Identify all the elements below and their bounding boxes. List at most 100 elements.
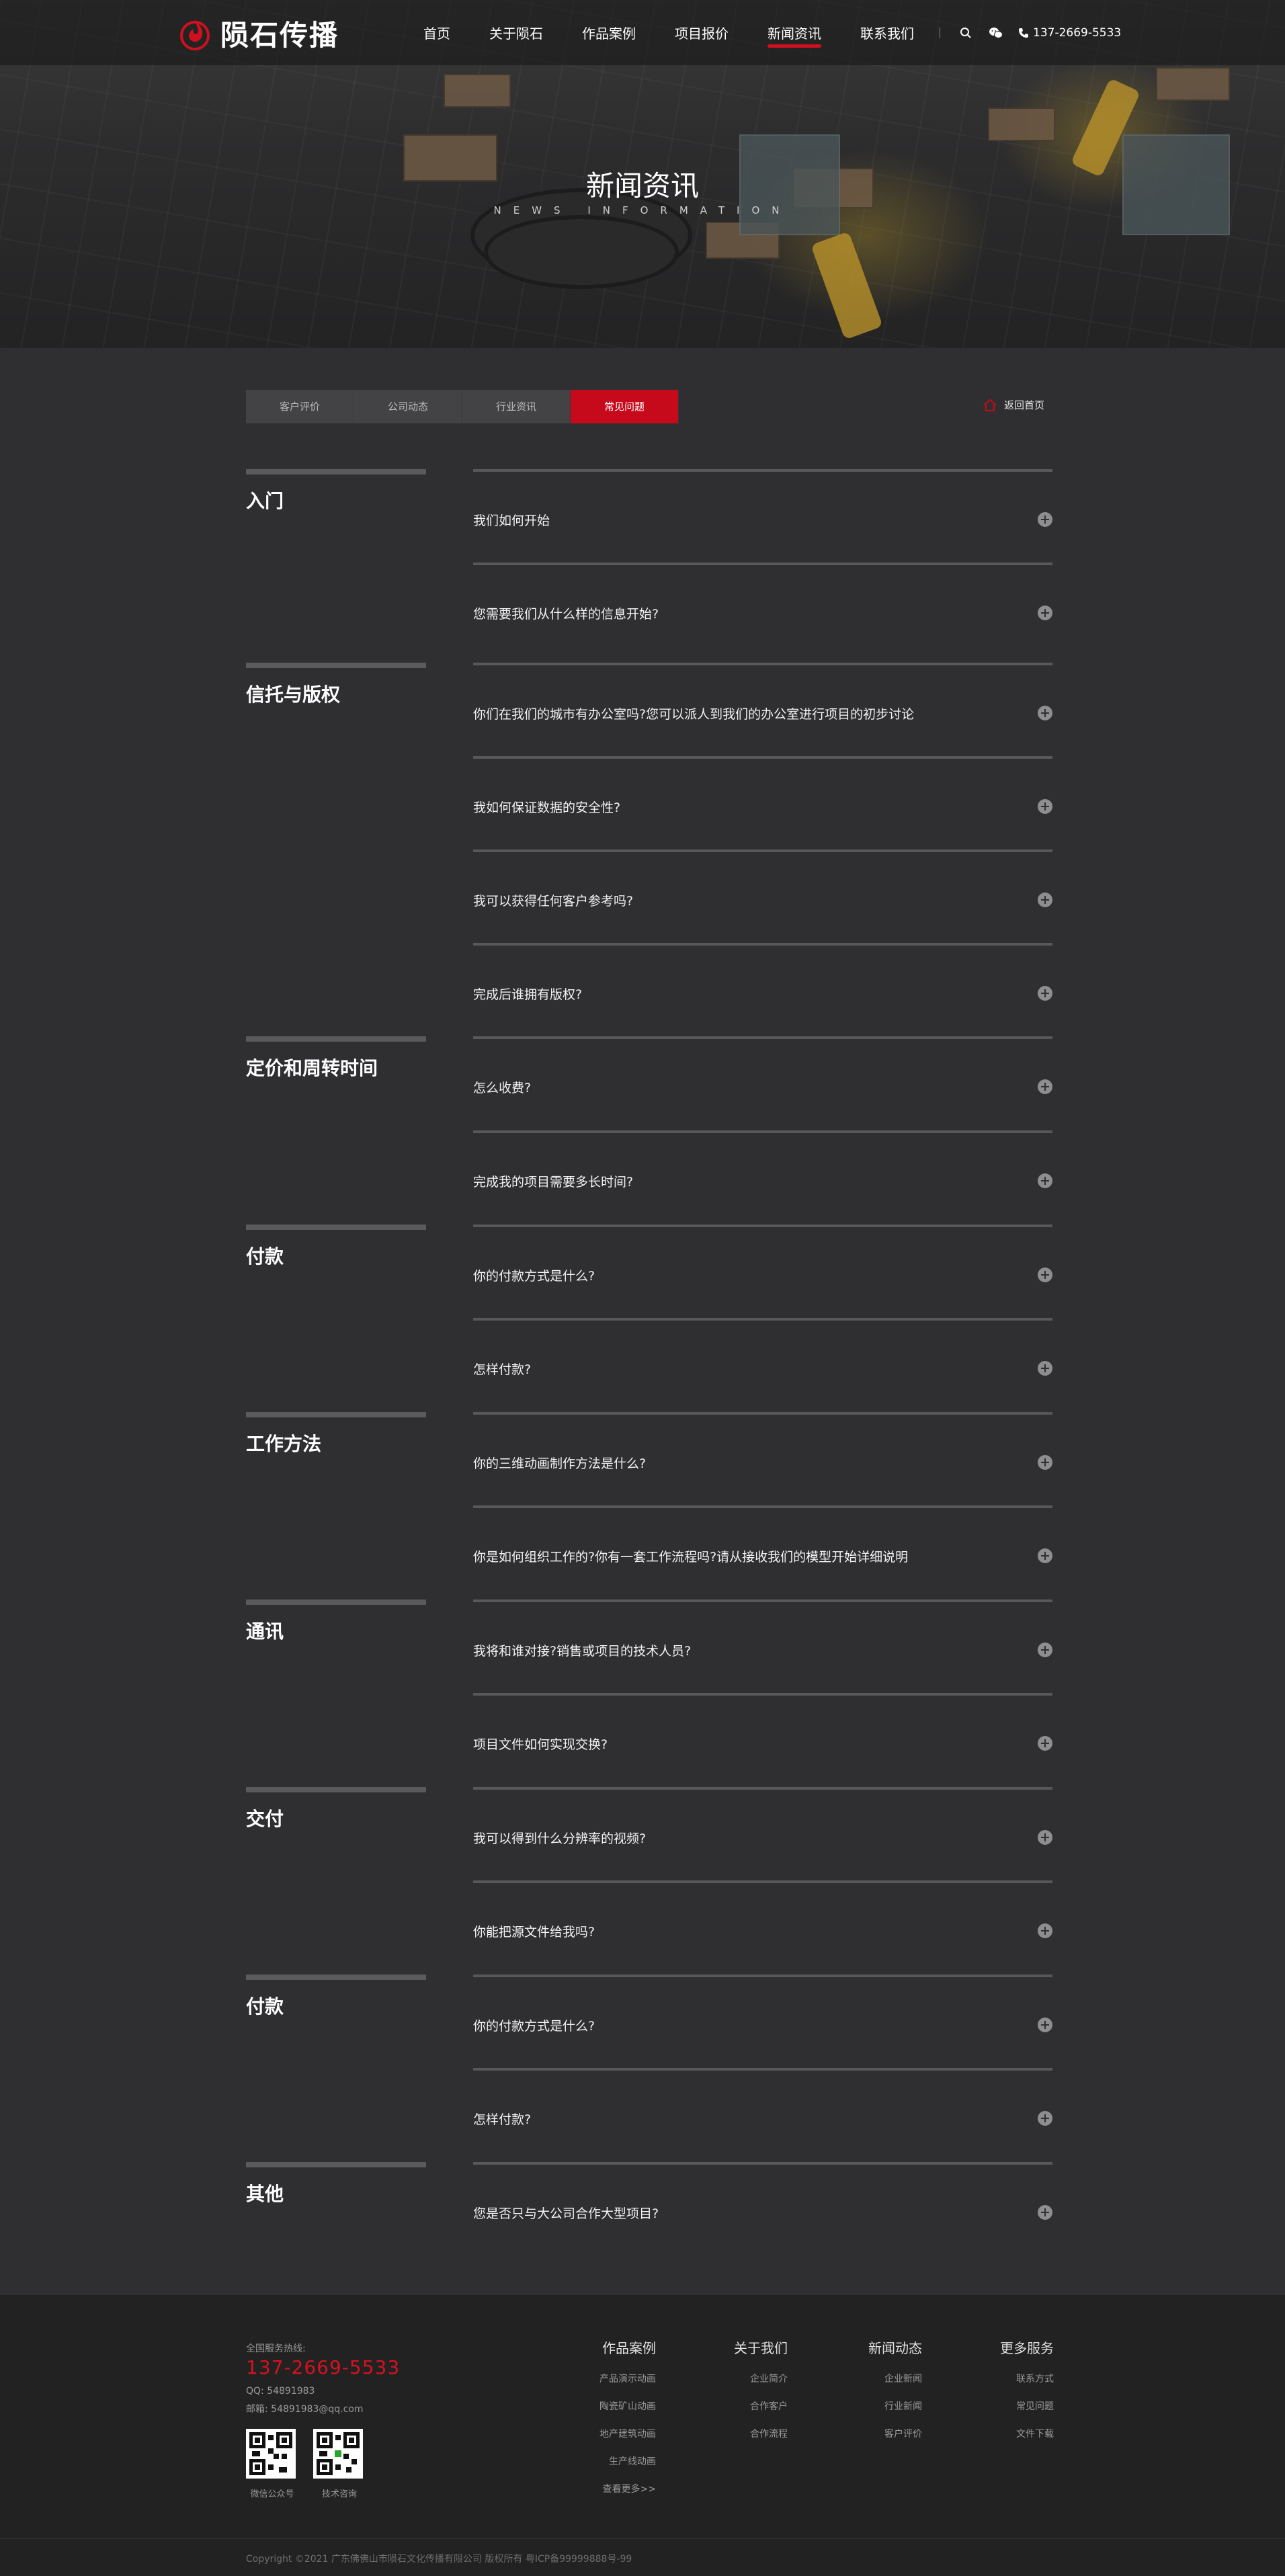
nav-works[interactable]: 作品案例 — [582, 23, 636, 42]
expand-plus-icon[interactable] — [1038, 1830, 1052, 1845]
faq-divider — [473, 469, 1052, 472]
faq-item[interactable]: 你能把源文件给我吗? — [473, 1880, 1052, 1975]
expand-plus-icon[interactable] — [1038, 606, 1052, 620]
faq-question[interactable]: 我可以得到什么分辨率的视频? — [473, 1829, 646, 1847]
footer-link[interactable]: 客户评价 — [854, 2427, 922, 2440]
faq-divider — [473, 1036, 1052, 1039]
footer-link[interactable]: 产品演示动画 — [585, 2372, 656, 2385]
footer-link[interactable]: 文件下载 — [985, 2427, 1054, 2440]
tab-faq[interactable]: 常见问题 — [571, 390, 679, 423]
nav-home[interactable]: 首页 — [423, 23, 450, 42]
faq-question[interactable]: 我们如何开始 — [473, 511, 550, 529]
footer-qq: QQ: 54891983 — [246, 2386, 315, 2397]
nav-pricing[interactable]: 项目报价 — [675, 23, 729, 42]
expand-plus-icon[interactable] — [1038, 1361, 1052, 1376]
home-icon — [983, 399, 997, 411]
faq-question[interactable]: 你的付款方式是什么? — [473, 1266, 595, 1284]
faq-category: 通讯 — [246, 1599, 426, 1644]
faq-question[interactable]: 完成我的项目需要多长时间? — [473, 1172, 633, 1190]
expand-plus-icon[interactable] — [1038, 799, 1052, 814]
faq-item[interactable]: 你的付款方式是什么? — [473, 1975, 1052, 2069]
faq-question[interactable]: 项目文件如何实现交换? — [473, 1735, 608, 1753]
footer-link[interactable]: 企业简介 — [720, 2372, 788, 2385]
category-title: 工作方法 — [246, 1433, 322, 1455]
footer-link[interactable]: 陶瓷矿山动画 — [585, 2399, 656, 2413]
faq-question[interactable]: 我可以获得任何客户参考吗? — [473, 891, 633, 909]
nav-contact[interactable]: 联系我们 — [860, 23, 914, 42]
footer-link[interactable]: 常见问题 — [985, 2399, 1054, 2413]
footer-link[interactable]: 合作客户 — [720, 2399, 788, 2413]
faq-question[interactable]: 你的付款方式是什么? — [473, 2016, 595, 2034]
faq-item[interactable]: 怎么收费? — [473, 1036, 1052, 1130]
faq-question[interactable]: 完成后谁拥有版权? — [473, 985, 582, 1003]
expand-plus-icon[interactable] — [1038, 1268, 1052, 1282]
faq-question[interactable]: 怎样付款? — [473, 2110, 531, 2128]
faq-item[interactable]: 您需要我们从什么样的信息开始? — [473, 563, 1052, 657]
expand-plus-icon[interactable] — [1038, 1173, 1052, 1188]
faq-item[interactable]: 怎样付款? — [473, 2068, 1052, 2162]
back-home-link[interactable]: 返回首页 — [983, 398, 1044, 412]
expand-plus-icon[interactable] — [1038, 986, 1052, 1001]
footer-link[interactable]: 企业新闻 — [854, 2372, 922, 2385]
expand-plus-icon[interactable] — [1038, 706, 1052, 720]
nav-about[interactable]: 关于陨石 — [489, 23, 543, 42]
faq-item[interactable]: 我如何保证数据的安全性? — [473, 756, 1052, 850]
footer-email[interactable]: 邮箱: 54891983@qq.com — [246, 2402, 364, 2415]
footer-hotline[interactable]: 137-2669-5533 — [246, 2356, 400, 2378]
footer-link[interactable]: 行业新闻 — [854, 2399, 922, 2413]
category-title: 通讯 — [246, 1620, 284, 1643]
faq-item[interactable]: 完成我的项目需要多长时间? — [473, 1130, 1052, 1224]
news-tabs: 客户评价 公司动态 行业资讯 常见问题 — [246, 390, 679, 423]
expand-plus-icon[interactable] — [1038, 2205, 1052, 2220]
tab-company-news[interactable]: 公司动态 — [354, 390, 462, 423]
faq-item[interactable]: 我可以获得任何客户参考吗? — [473, 849, 1052, 944]
expand-plus-icon[interactable] — [1038, 1643, 1052, 1657]
wechat-icon[interactable] — [989, 26, 1003, 40]
expand-plus-icon[interactable] — [1038, 1923, 1052, 1938]
faq-item[interactable]: 怎样付款? — [473, 1318, 1052, 1412]
expand-plus-icon[interactable] — [1038, 2018, 1052, 2032]
expand-plus-icon[interactable] — [1038, 1079, 1052, 1094]
faq-question[interactable]: 你能把源文件给我吗? — [473, 1922, 595, 1940]
faq-question[interactable]: 您需要我们从什么样的信息开始? — [473, 604, 659, 622]
expand-plus-icon[interactable] — [1038, 1455, 1052, 1470]
faq-question[interactable]: 我如何保证数据的安全性? — [473, 798, 620, 816]
expand-plus-icon[interactable] — [1038, 892, 1052, 907]
logo[interactable]: 陨石传播 — [176, 12, 339, 54]
faq-question[interactable]: 你是如何组织工作的?你有一套工作流程吗?请从接收我们的模型开始详细说明 — [473, 1547, 908, 1565]
faq-item[interactable]: 我可以得到什么分辨率的视频? — [473, 1787, 1052, 1881]
expand-plus-icon[interactable] — [1038, 1548, 1052, 1563]
footer-link[interactable]: 生产线动画 — [585, 2454, 656, 2468]
faq-question[interactable]: 你的三维动画制作方法是什么? — [473, 1454, 646, 1472]
header-phone[interactable]: 137-2669-5533 — [1018, 26, 1121, 40]
tab-client-reviews[interactable]: 客户评价 — [246, 390, 354, 423]
faq-divider — [473, 663, 1052, 665]
expand-plus-icon[interactable] — [1038, 512, 1052, 527]
qr-caption-consult: 技术咨询 — [321, 2489, 357, 2499]
expand-plus-icon[interactable] — [1038, 1736, 1052, 1751]
faq-question[interactable]: 你们在我们的城市有办公室吗?您可以派人到我们的办公室进行项目的初步讨论 — [473, 704, 914, 722]
footer-link-more[interactable]: 查看更多>> — [585, 2482, 656, 2495]
faq-item[interactable]: 完成后谁拥有版权? — [473, 943, 1052, 1037]
faq-item[interactable]: 你是如何组织工作的?你有一套工作流程吗?请从接收我们的模型开始详细说明 — [473, 1505, 1052, 1599]
footer-link[interactable]: 合作流程 — [720, 2427, 788, 2440]
faq-item[interactable]: 您是否只与大公司合作大型项目? — [473, 2162, 1052, 2256]
faq-question[interactable]: 您是否只与大公司合作大型项目? — [473, 2204, 659, 2222]
faq-item[interactable]: 你们在我们的城市有办公室吗?您可以派人到我们的办公室进行项目的初步讨论 — [473, 663, 1052, 757]
faq-item[interactable]: 你的三维动画制作方法是什么? — [473, 1412, 1052, 1506]
faq-question[interactable]: 怎么收费? — [473, 1078, 531, 1096]
nav-news[interactable]: 新闻资讯 — [768, 23, 821, 48]
faq-item[interactable]: 你的付款方式是什么? — [473, 1224, 1052, 1319]
tab-industry-news[interactable]: 行业资讯 — [462, 390, 571, 423]
faq-item[interactable]: 我们如何开始 — [473, 469, 1052, 563]
expand-plus-icon[interactable] — [1038, 2111, 1052, 2126]
faq-item[interactable]: 我将和谁对接?销售或项目的技术人员? — [473, 1599, 1052, 1694]
faq-question[interactable]: 我将和谁对接?销售或项目的技术人员? — [473, 1641, 691, 1659]
category-title: 入门 — [246, 490, 284, 512]
footer-link[interactable]: 地产建筑动画 — [585, 2427, 656, 2440]
faq-divider — [473, 1787, 1052, 1790]
search-icon[interactable] — [959, 26, 972, 40]
footer-link[interactable]: 联系方式 — [985, 2372, 1054, 2385]
faq-item[interactable]: 项目文件如何实现交换? — [473, 1693, 1052, 1787]
faq-question[interactable]: 怎样付款? — [473, 1360, 531, 1378]
